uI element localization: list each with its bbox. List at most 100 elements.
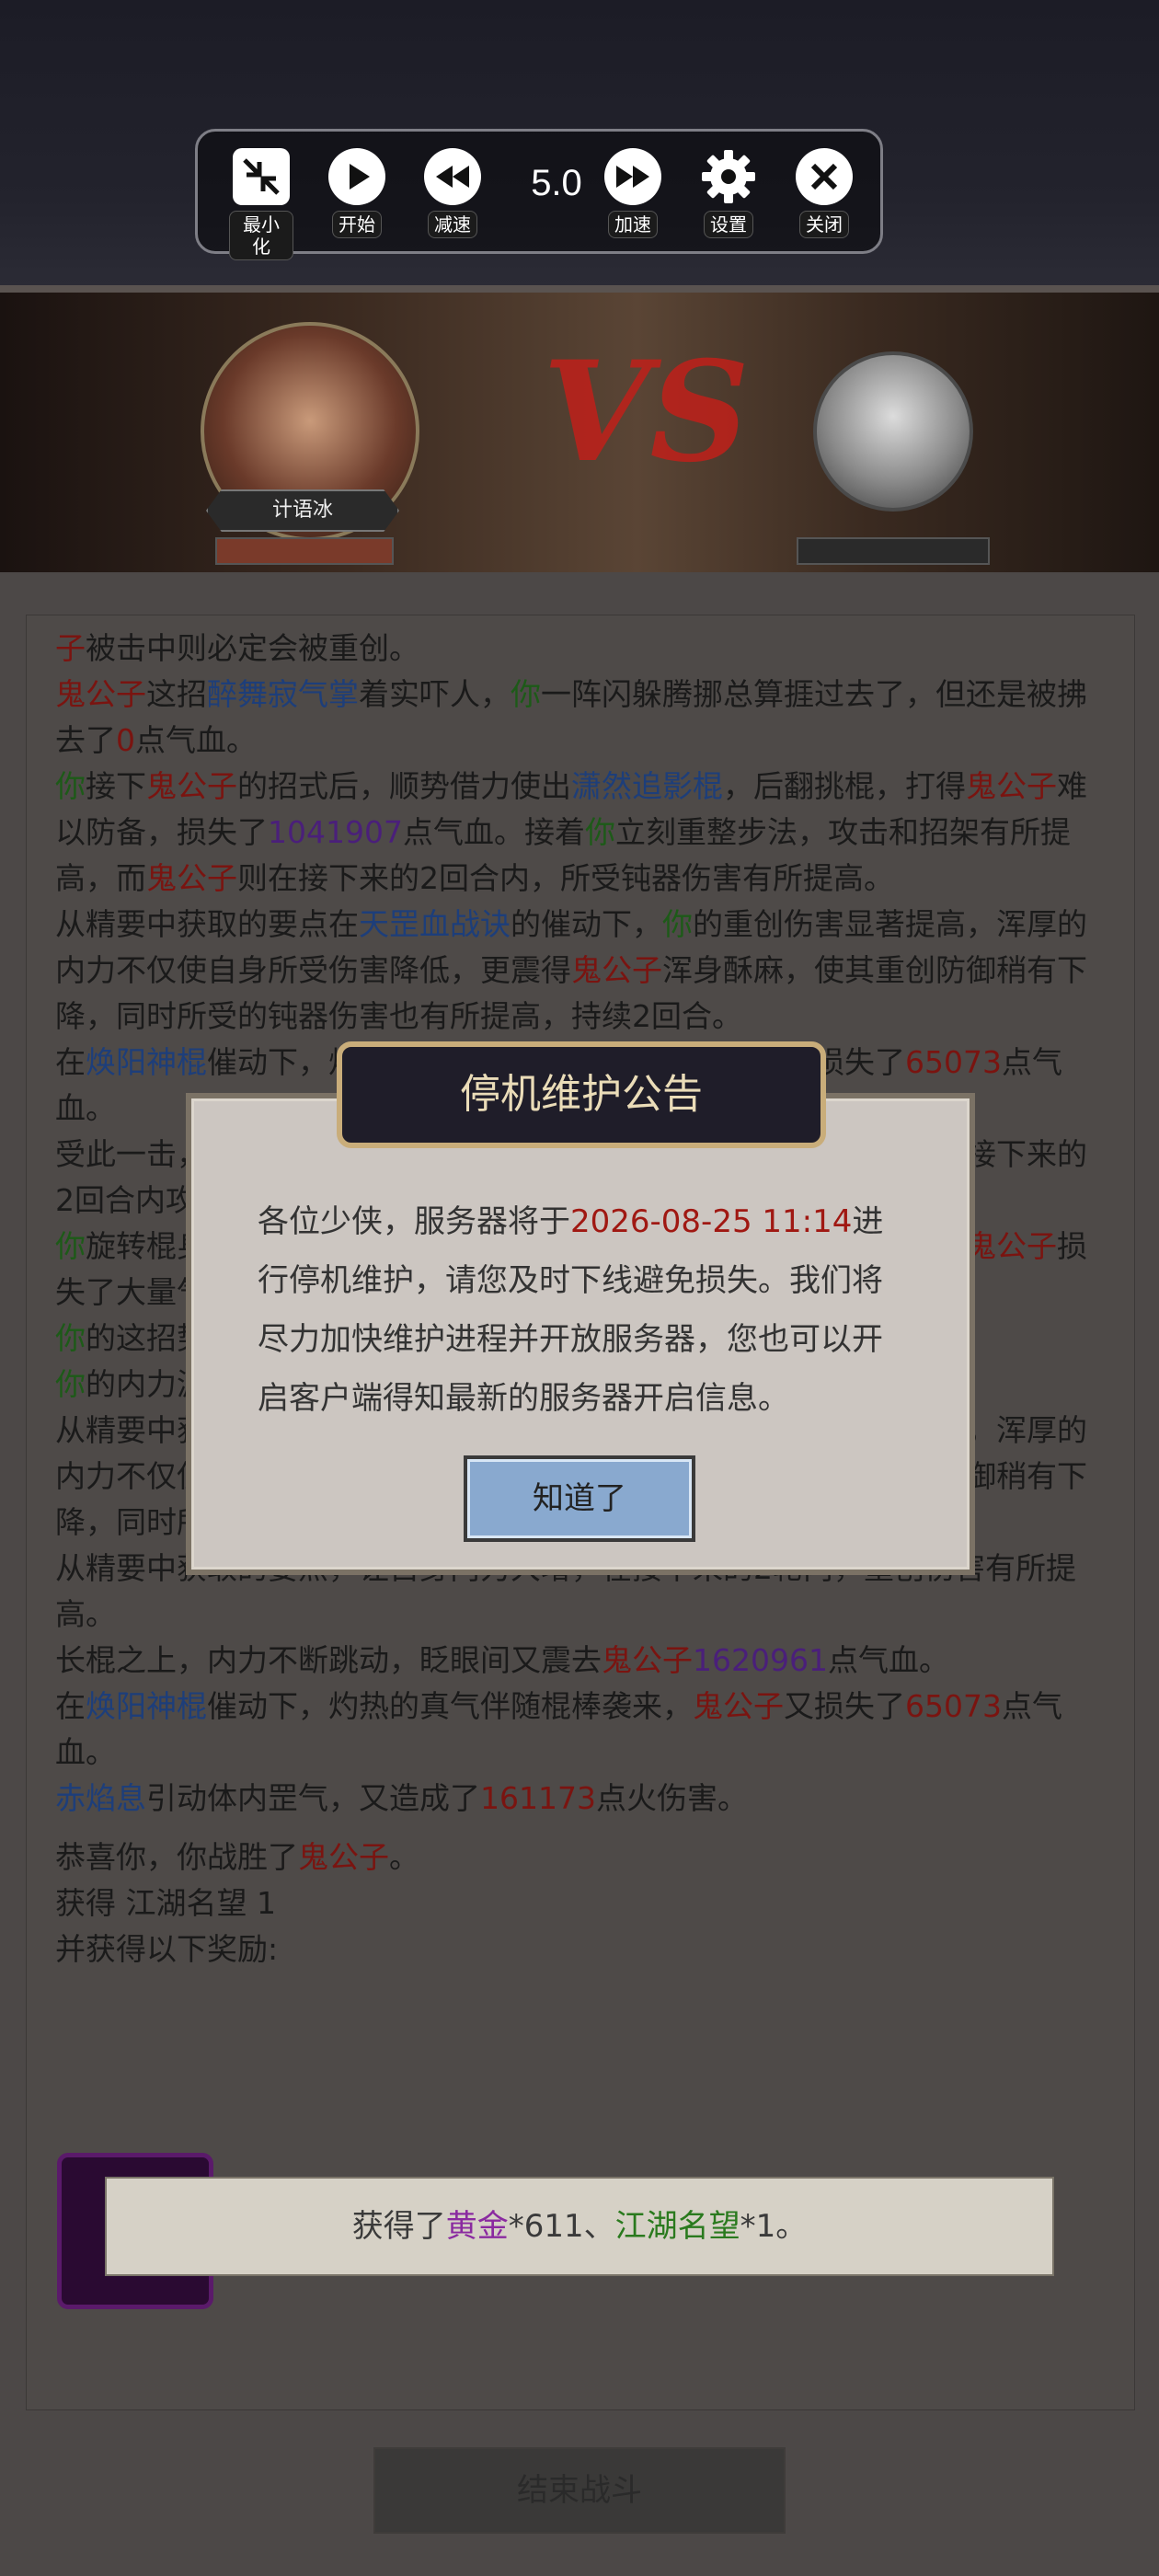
player-hp-bar xyxy=(215,537,394,565)
log-segment: 你 xyxy=(55,768,86,804)
log-line: 鬼公子这招醉舞寂气掌着实吓人，你一阵闪躲腾挪总算捱过去了，但还是被拂去了0点气血… xyxy=(55,672,1104,764)
log-line: 从精要中获取的要点在天罡血战诀的催动下，你的重创伤害显著提高，浑厚的内力不仅使自… xyxy=(55,902,1104,1040)
log-segment: 你 xyxy=(55,1366,86,1402)
dialog-message: 各位少侠，服务器将于2026-08-25 11:14进行停机维护，请您及时下线避… xyxy=(258,1192,911,1428)
log-segment: 天罡血战诀 xyxy=(359,906,511,942)
log-segment: 并获得以下奖励: xyxy=(55,1931,279,1967)
log-segment: 鬼公子 xyxy=(55,676,146,712)
close-label: 关闭 xyxy=(799,211,849,238)
slow-down-label: 减速 xyxy=(428,211,477,238)
playback-controls: 最小化 开始 减速 5.0 加速 设置 关闭 xyxy=(195,129,883,260)
log-segment: 你 xyxy=(55,1228,86,1264)
toast-gold-qty: *611、 xyxy=(508,2208,615,2245)
toast-fame: 江湖名望 xyxy=(614,2208,740,2245)
rewind-icon xyxy=(424,148,481,205)
speed-value: 5.0 xyxy=(531,163,582,203)
play-icon xyxy=(328,148,385,205)
minimize-button[interactable]: 最小化 xyxy=(229,148,293,260)
log-segment: 你 xyxy=(511,676,541,712)
dialog-title: 停机维护公告 xyxy=(337,1041,826,1148)
toast-gold: 黄金 xyxy=(445,2208,509,2245)
log-line: 你接下鬼公子的招式后，顺势借力使出潇然追影棍，后翻挑棍，打得鬼公子难以防备，损失… xyxy=(55,764,1104,902)
log-segment: 催动下，灼热的真气伴随棍棒袭来， xyxy=(207,1688,693,1724)
log-segment: 从精要中获取的要点在 xyxy=(55,906,359,942)
settings-button[interactable]: 设置 xyxy=(696,148,761,238)
log-segment: 鬼公子 xyxy=(966,1228,1057,1264)
end-battle-button[interactable]: 结束战斗 xyxy=(373,2447,786,2534)
speed-up-label: 加速 xyxy=(608,211,658,238)
log-line: 并获得以下奖励: xyxy=(55,1926,1104,1972)
close-button[interactable]: 关闭 xyxy=(792,148,856,238)
log-segment: 点火伤害。 xyxy=(595,1780,748,1816)
gear-icon xyxy=(700,148,757,205)
log-segment: 65073 xyxy=(905,1688,1002,1724)
log-line: 获得 江湖名望 1 xyxy=(55,1880,1104,1926)
log-segment: 获得 江湖名望 1 xyxy=(55,1885,276,1921)
log-segment: 则在接下来的2回合内，所受钝器伤害有所提高。 xyxy=(237,860,894,896)
log-segment: 被击中则必定会被重创。 xyxy=(86,630,419,666)
maintenance-date: 2026-08-25 11:14 xyxy=(570,1203,853,1240)
player-name: 计语冰 xyxy=(206,489,399,532)
minimize-label: 最小化 xyxy=(229,211,293,260)
log-segment: 你 xyxy=(662,906,693,942)
log-segment: 0 xyxy=(116,722,135,758)
log-segment: 鬼公子 xyxy=(571,952,662,988)
log-segment: 点气血。 xyxy=(827,1642,949,1678)
log-segment: ，后翻挑棍，打得 xyxy=(723,768,966,804)
log-segment: 恭喜你，你战胜了 xyxy=(55,1839,298,1875)
log-segment: 鬼公子 xyxy=(146,860,237,896)
log-segment: 你 xyxy=(584,814,615,850)
log-segment: 潇然追影棍 xyxy=(571,768,723,804)
log-segment: 这招 xyxy=(146,676,207,712)
log-segment: 鬼公子 xyxy=(966,768,1057,804)
log-line: 长棍之上，内力不断跳动，眨眼间又震去鬼公子1620961点气血。 xyxy=(55,1638,1104,1684)
vs-emblem: VS xyxy=(543,331,750,493)
log-segment: 65073 xyxy=(905,1044,1002,1080)
log-segment: 赤焰息 xyxy=(55,1780,146,1816)
log-segment: 鬼公子 xyxy=(298,1839,389,1875)
log-segment: 1620961 xyxy=(693,1642,828,1678)
log-segment: 接下 xyxy=(86,768,146,804)
toast-prefix: 获得了 xyxy=(351,2208,446,2245)
log-segment: 着实吓人， xyxy=(359,676,511,712)
log-segment: 长棍之上，内力不断跳动，眨眼间又震去 xyxy=(55,1642,602,1678)
close-icon xyxy=(796,148,853,205)
start-label: 开始 xyxy=(332,211,382,238)
start-button[interactable]: 开始 xyxy=(325,148,389,238)
log-segment: 焕阳神棍 xyxy=(86,1044,207,1080)
speed-up-button[interactable]: 加速 xyxy=(601,148,665,238)
log-segment: 在 xyxy=(55,1044,86,1080)
log-segment: 焕阳神棍 xyxy=(86,1688,207,1724)
log-segment: 的催动下， xyxy=(511,906,662,942)
enemy-avatar[interactable] xyxy=(813,351,973,512)
log-segment: 又损失了 xyxy=(784,1688,905,1724)
log-line: 恭喜你，你战胜了鬼公子。 xyxy=(55,1834,1104,1880)
log-line: 子被击中则必定会被重创。 xyxy=(55,626,1104,672)
log-segment: 在 xyxy=(55,1688,86,1724)
log-segment: 1041907 xyxy=(268,814,403,850)
fast-forward-icon xyxy=(604,148,661,205)
log-line: 在焕阳神棍催动下，灼热的真气伴随棍棒袭来，鬼公子又损失了65073点气血。 xyxy=(55,1684,1104,1776)
log-segment: 鬼公子 xyxy=(602,1642,693,1678)
toast-fame-qty: *1。 xyxy=(740,2208,808,2245)
log-segment: 子 xyxy=(55,630,86,666)
log-segment: 点气血。 xyxy=(135,722,257,758)
log-segment: 引动体内罡气，又造成了 xyxy=(146,1780,480,1816)
log-segment: 点气血。接着 xyxy=(402,814,585,850)
log-segment: 鬼公子 xyxy=(146,768,237,804)
log-segment: 受此一击， xyxy=(55,1136,207,1172)
settings-label: 设置 xyxy=(704,211,753,238)
log-segment: 的招式后，顺势借力使出 xyxy=(237,768,571,804)
log-segment: 鬼公子 xyxy=(693,1688,784,1724)
log-line: 赤焰息引动体内罡气，又造成了161173点火伤害。 xyxy=(55,1776,1104,1822)
dialog-text-1: 各位少侠，服务器将于 xyxy=(258,1203,570,1240)
minimize-icon xyxy=(233,148,290,205)
acknowledge-button[interactable]: 知道了 xyxy=(464,1455,695,1542)
log-segment: 。 xyxy=(389,1839,419,1875)
enemy-hp-bar xyxy=(797,537,990,565)
log-segment: 醉舞寂气掌 xyxy=(207,676,359,712)
log-segment: 161173 xyxy=(480,1780,596,1816)
slow-down-button[interactable]: 减速 xyxy=(420,148,485,238)
reward-toast: 获得了黄金*611、江湖名望*1。 xyxy=(105,2177,1054,2276)
log-segment: 你 xyxy=(55,1320,86,1356)
